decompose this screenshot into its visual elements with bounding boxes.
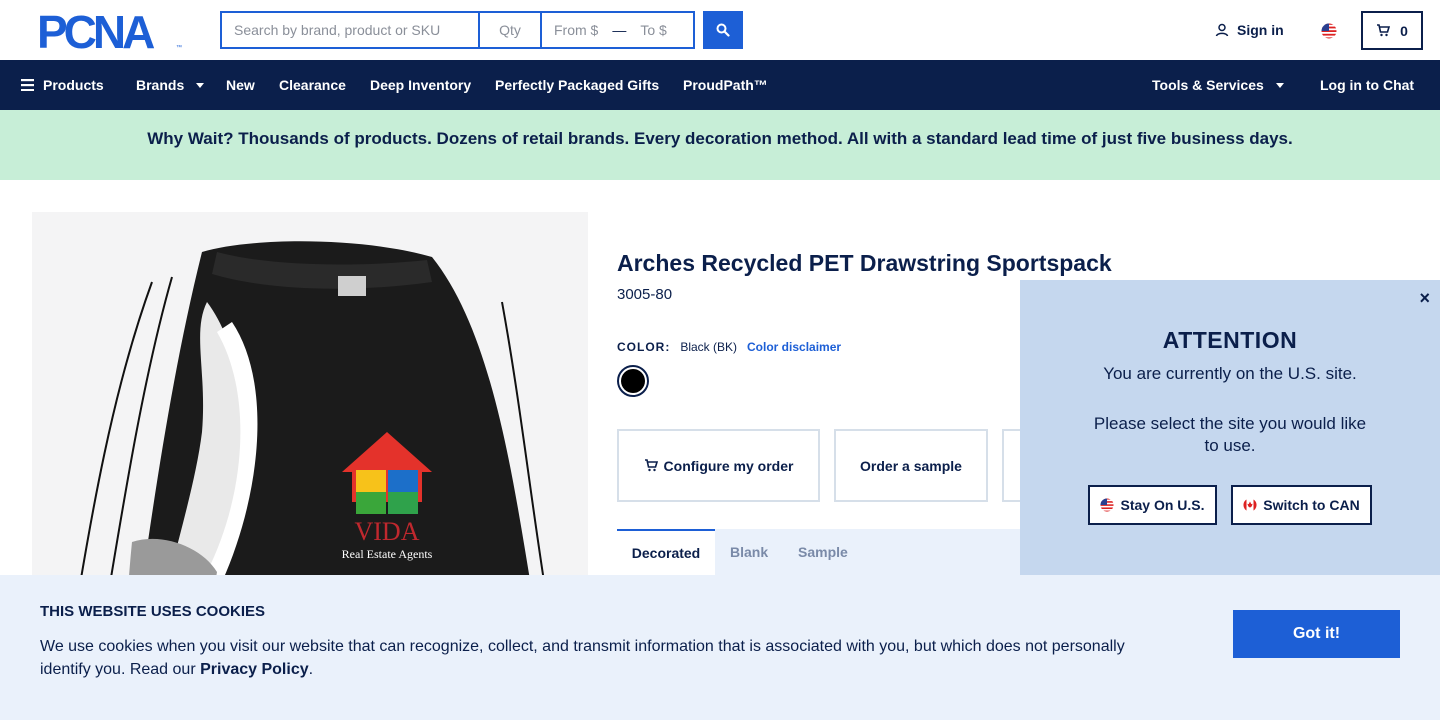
price-from-input[interactable]: From $ — [554, 22, 598, 38]
cookie-accept-button[interactable]: Got it! — [1233, 610, 1400, 658]
privacy-policy-link[interactable]: Privacy Policy — [200, 661, 309, 678]
nav-products[interactable]: Products — [21, 60, 104, 110]
nav-new[interactable]: New — [226, 60, 255, 110]
color-disclaimer-link[interactable]: Color disclaimer — [747, 340, 841, 354]
sign-in-label: Sign in — [1237, 22, 1284, 38]
price-range-input[interactable]: From $ — To $ — [540, 11, 695, 49]
order-sample-button[interactable]: Order a sample — [834, 429, 988, 502]
qty-input[interactable]: Qty — [478, 11, 540, 49]
tab-sample-label: Sample — [798, 544, 848, 560]
search-bar: Search by brand, product or SKU Qty From… — [220, 11, 743, 49]
promo-banner: Why Wait? Thousands of products. Dozens … — [0, 110, 1440, 180]
menu-icon — [21, 79, 34, 91]
search-input[interactable]: Search by brand, product or SKU — [220, 11, 478, 49]
tab-blank[interactable]: Blank — [730, 529, 768, 575]
switch-can-label: Switch to CAN — [1263, 497, 1360, 513]
promo-text: Why Wait? Thousands of products. Dozens … — [147, 129, 1293, 148]
top-header: PCNA ™ Search by brand, product or SKU Q… — [0, 0, 1440, 60]
pcna-logo[interactable]: PCNA ™ — [37, 6, 184, 58]
nav-clearance-label: Clearance — [279, 77, 346, 93]
nav-tools-label: Tools & Services — [1152, 77, 1264, 93]
nav-tools-services[interactable]: Tools & Services — [1152, 60, 1284, 110]
svg-text:™: ™ — [176, 44, 182, 50]
nav-brands-label: Brands — [136, 77, 185, 93]
close-icon[interactable]: × — [1419, 288, 1430, 309]
nav-proudpath-label: ProudPath™ — [683, 77, 768, 93]
modal-line-2: Please select the site you would like to… — [1093, 414, 1367, 455]
modal-title: ATTENTION — [1162, 327, 1298, 353]
nav-brands[interactable]: Brands — [136, 60, 205, 110]
chevron-down-icon — [196, 82, 205, 88]
nav-log-in-to-chat[interactable]: Log in to Chat — [1320, 60, 1414, 110]
logo-wordmark: PCNA ™ — [37, 6, 182, 58]
tab-sample[interactable]: Sample — [798, 529, 848, 575]
price-to-input[interactable]: To $ — [640, 22, 666, 38]
nav-gifts-label: Perfectly Packaged Gifts — [495, 77, 660, 93]
cookie-text: We use cookies when you visit our websit… — [40, 635, 1150, 681]
configure-order-button[interactable]: Configure my order — [617, 429, 820, 502]
product-sku: 3005-80 — [617, 286, 673, 303]
stay-us-label: Stay On U.S. — [1120, 497, 1205, 513]
color-value: Black (BK) — [680, 340, 738, 354]
cart-icon — [644, 459, 658, 472]
search-icon — [716, 23, 730, 37]
svg-text:VIDA: VIDA — [355, 517, 420, 546]
cart-icon — [1377, 24, 1391, 37]
color-swatch-black[interactable] — [617, 365, 649, 397]
sign-in-link[interactable]: Sign in — [1215, 22, 1284, 38]
nav-proudpath[interactable]: ProudPath™ — [683, 60, 768, 110]
product-title: Arches Recycled PET Drawstring Sportspac… — [617, 250, 1112, 276]
main-nav: Products Brands New Clearance Deep Inven… — [0, 60, 1440, 110]
order-sample-label: Order a sample — [860, 457, 962, 474]
user-icon — [1215, 23, 1229, 37]
modal-line-1: You are currently on the U.S. site. — [1103, 364, 1357, 383]
price-dash: — — [612, 22, 627, 38]
tab-decorated[interactable]: Decorated — [617, 529, 715, 575]
swatch-fill — [621, 369, 645, 393]
search-button[interactable] — [703, 11, 743, 49]
nav-deep-inventory-label: Deep Inventory — [370, 77, 472, 93]
svg-text:PCNA: PCNA — [37, 12, 154, 50]
cart-count: 0 — [1400, 22, 1408, 39]
nav-clearance[interactable]: Clearance — [279, 60, 346, 110]
canada-flag-icon — [1243, 498, 1257, 512]
tab-blank-label: Blank — [730, 544, 769, 560]
more-action-button[interactable] — [1002, 429, 1020, 502]
configure-order-label: Configure my order — [663, 457, 794, 474]
cookie-title: THIS WEBSITE USES COOKIES — [40, 603, 266, 620]
us-flag-icon — [1100, 498, 1115, 512]
us-flag-icon[interactable] — [1321, 23, 1337, 39]
switch-can-button[interactable]: Switch to CAN — [1231, 485, 1372, 525]
nav-perfectly-packaged-gifts[interactable]: Perfectly Packaged Gifts — [495, 60, 659, 110]
cookie-banner: THIS WEBSITE USES COOKIES We use cookies… — [0, 575, 1440, 720]
color-label: COLOR: — [617, 340, 671, 354]
cart-button[interactable]: 0 — [1361, 11, 1423, 50]
nav-deep-inventory[interactable]: Deep Inventory — [370, 60, 471, 110]
nav-products-label: Products — [43, 77, 104, 93]
site-select-modal: × ATTENTION You are currently on the U.S… — [1020, 280, 1440, 575]
cookie-end: . — [308, 661, 314, 678]
stay-us-button[interactable]: Stay On U.S. — [1088, 485, 1217, 525]
nav-chat-label: Log in to Chat — [1320, 77, 1415, 93]
color-selector-label: COLOR: Black (BK) Color disclaimer — [617, 340, 841, 354]
chevron-down-icon — [1275, 82, 1284, 88]
nav-new-label: New — [226, 77, 255, 93]
tab-decorated-label: Decorated — [631, 545, 701, 561]
svg-text:Real Estate Agents: Real Estate Agents — [342, 547, 433, 561]
